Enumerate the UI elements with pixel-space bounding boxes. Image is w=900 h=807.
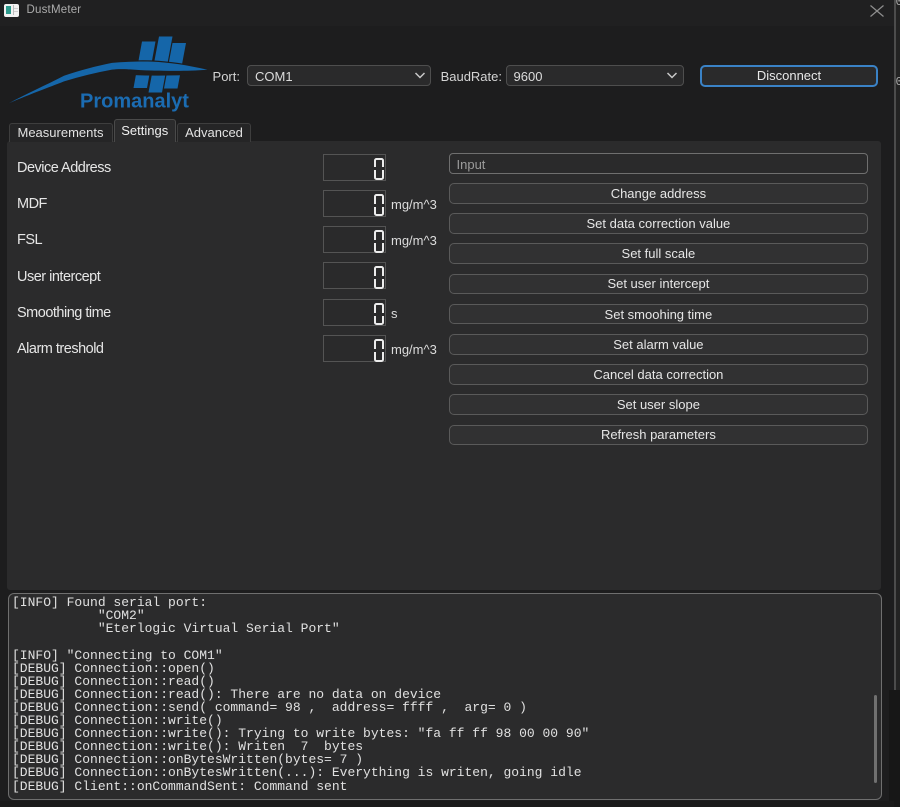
- svg-text:Promanalyt: Promanalyt: [80, 91, 189, 113]
